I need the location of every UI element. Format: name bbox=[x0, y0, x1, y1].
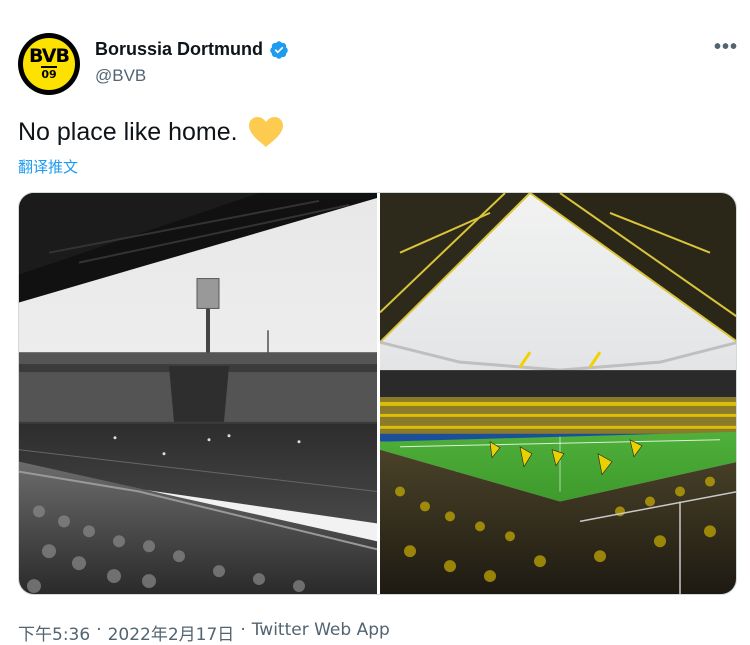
tweet-source[interactable]: Twitter Web App bbox=[252, 620, 390, 645]
meta-separator: · bbox=[240, 620, 246, 640]
account-handle[interactable]: @BVB bbox=[95, 66, 146, 86]
avatar-logo-text: BVB bbox=[29, 45, 70, 67]
account-name[interactable]: Borussia Dortmund bbox=[95, 39, 263, 60]
modern-stadium-photo[interactable] bbox=[380, 193, 736, 594]
tweet-text: No place like home. bbox=[18, 116, 284, 148]
bvb-logo: BVB 09 bbox=[21, 36, 77, 92]
tweet-metadata: 下午5:36 · 2022年2月17日 · Twitter Web App bbox=[18, 620, 390, 645]
yellow-heart-icon bbox=[248, 117, 283, 147]
meta-separator: · bbox=[96, 620, 102, 640]
historic-stadium-image bbox=[19, 193, 377, 594]
tweet-body: No place like home. bbox=[18, 117, 238, 146]
tweet-time[interactable]: 下午5:36 bbox=[18, 620, 90, 645]
avatar[interactable]: BVB 09 bbox=[18, 33, 80, 95]
media-grid bbox=[18, 192, 737, 595]
verified-badge-icon bbox=[270, 40, 288, 59]
avatar-logo-sub: 09 bbox=[41, 66, 57, 81]
more-options-icon[interactable]: ••• bbox=[714, 36, 738, 59]
historic-stadium-photo[interactable] bbox=[19, 193, 377, 594]
account-name-row[interactable]: Borussia Dortmund bbox=[95, 39, 289, 60]
tweet-date[interactable]: 2022年2月17日 bbox=[108, 620, 235, 645]
modern-stadium-image bbox=[380, 193, 736, 594]
translate-tweet-link[interactable]: 翻译推文 bbox=[18, 156, 78, 177]
